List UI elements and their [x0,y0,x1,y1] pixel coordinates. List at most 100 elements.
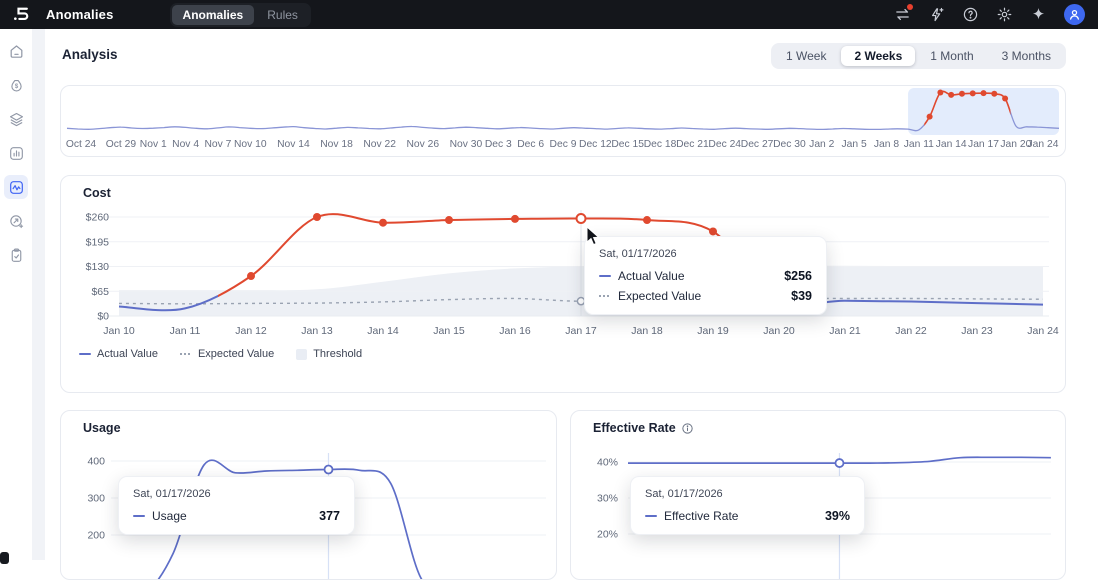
svg-text:Nov 22: Nov 22 [363,139,396,150]
svg-text:Jan 8: Jan 8 [874,139,899,150]
app-logo-icon[interactable] [11,5,31,25]
svg-text:300: 300 [87,493,105,505]
actual-marker [599,275,611,277]
tooltip-row-actual: Actual Value $256 [599,269,812,283]
range-2-weeks[interactable]: 2 Weeks [841,46,915,66]
svg-text:Jan 14: Jan 14 [936,139,967,150]
sidebar-divider [32,29,45,560]
svg-text:Dec 6: Dec 6 [517,139,544,150]
legend-threshold[interactable]: Threshold [296,348,362,360]
svg-text:Nov 14: Nov 14 [277,139,310,150]
svg-text:200: 200 [87,530,105,542]
svg-text:Nov 26: Nov 26 [407,139,440,150]
svg-text:Nov 1: Nov 1 [140,139,167,150]
cost-bag-icon: $ [8,77,25,94]
cost-chart-card: Cost $0$65$130$195$260Jan 10Jan 11Jan 12… [60,175,1066,393]
sidebar-item-layers[interactable] [4,107,28,131]
svg-text:$0: $0 [97,311,109,323]
range-1-month[interactable]: 1 Month [917,46,986,66]
tooltip-date: Sat, 01/17/2026 [133,488,340,500]
svg-text:Jan 19: Jan 19 [697,325,729,337]
svg-text:Jan 2: Jan 2 [809,139,834,150]
timeline-overview-chart[interactable]: Oct 24Oct 29Nov 1Nov 4Nov 7Nov 10Nov 14N… [61,86,1065,156]
svg-text:Jan 20: Jan 20 [763,325,795,337]
timeline-overview-card: Oct 24Oct 29Nov 1Nov 4Nov 7Nov 10Nov 14N… [60,85,1066,157]
svg-text:$: $ [14,84,18,90]
top-navbar: Anomalies Anomalies Rules [0,0,1098,29]
svg-text:Jan 12: Jan 12 [235,325,267,337]
sidebar-item-anomalies[interactable] [4,175,28,199]
svg-text:Nov 7: Nov 7 [205,139,232,150]
threshold-swatch [296,349,307,360]
left-sidebar: $ [0,29,32,560]
svg-text:Jan 13: Jan 13 [301,325,333,337]
svg-text:Dec 18: Dec 18 [644,139,677,150]
svg-text:400: 400 [87,456,105,468]
home-icon [8,43,25,60]
tooltip-row-usage: Usage 377 [133,509,340,523]
svg-text:Dec 24: Dec 24 [708,139,741,150]
svg-text:Jan 24: Jan 24 [1027,325,1059,337]
svg-text:Nov 18: Nov 18 [320,139,353,150]
tooltip-date: Sat, 01/17/2026 [599,248,812,260]
svg-text:Jan 11: Jan 11 [904,139,934,150]
bar-chart-icon [8,145,25,162]
cost-chart-legend: Actual Value Expected Value Threshold [79,348,362,360]
rate-marker [645,515,657,517]
svg-text:Jan 24: Jan 24 [1028,139,1059,150]
legend-actual-value[interactable]: Actual Value [79,348,158,360]
settings-gear-icon[interactable] [996,6,1013,23]
sidebar-item-reports[interactable] [4,141,28,165]
svg-text:40%: 40% [597,457,618,469]
optimize-icon [8,213,25,230]
usage-tooltip: Sat, 01/17/2026 Usage 377 [118,476,355,535]
sidebar-item-costs[interactable]: $ [4,73,28,97]
sidebar-item-home[interactable] [4,39,28,63]
expected-marker [599,295,611,297]
svg-text:Jan 22: Jan 22 [895,325,927,337]
svg-text:Jan 16: Jan 16 [499,325,531,337]
svg-text:Nov 10: Nov 10 [234,139,267,150]
tooltip-row-expected: Expected Value $39 [599,289,812,303]
sidebar-item-tasks[interactable] [4,243,28,267]
swap-arrows-icon[interactable] [894,6,911,23]
nav-tabs: Anomalies Rules [170,3,311,27]
svg-text:$65: $65 [91,286,109,298]
expected-line-swatch [180,353,192,355]
navbar-actions [894,4,1098,25]
svg-text:Dec 27: Dec 27 [741,139,774,150]
time-range-segmented-control: 1 Week 2 Weeks 1 Month 3 Months [771,43,1066,69]
svg-text:Dec 30: Dec 30 [773,139,806,150]
tooltip-date: Sat, 01/17/2026 [645,488,850,500]
svg-text:$130: $130 [86,261,110,273]
sparkle-icon[interactable] [1030,6,1047,23]
svg-text:Dec 21: Dec 21 [676,139,709,150]
anomaly-pulse-icon [8,179,25,196]
svg-text:Jan 14: Jan 14 [367,325,399,337]
cost-chart[interactable]: $0$65$130$195$260Jan 10Jan 11Jan 12Jan 1… [61,176,1065,341]
svg-text:Jan 23: Jan 23 [961,325,993,337]
svg-text:Jan 15: Jan 15 [433,325,465,337]
range-3-months[interactable]: 3 Months [989,46,1064,66]
help-icon[interactable] [962,6,979,23]
tasks-clipboard-icon [8,247,25,264]
svg-text:Nov 4: Nov 4 [172,139,199,150]
range-1-week[interactable]: 1 Week [773,46,839,66]
zap-plus-icon[interactable] [928,6,945,23]
layers-icon [8,111,25,128]
tab-anomalies[interactable]: Anomalies [172,5,255,25]
svg-text:Dec 9: Dec 9 [550,139,577,150]
app-title: Anomalies [46,7,114,22]
svg-text:$195: $195 [86,236,110,248]
legend-expected-value[interactable]: Expected Value [180,348,274,360]
sidebar-item-optimize[interactable] [4,209,28,233]
tab-rules[interactable]: Rules [256,5,309,25]
user-avatar[interactable] [1064,4,1085,25]
actual-line-swatch [79,353,91,355]
cost-tooltip: Sat, 01/17/2026 Actual Value $256 Expect… [584,236,827,315]
svg-text:Jan 17: Jan 17 [968,139,999,150]
svg-text:30%: 30% [597,493,618,505]
tooltip-row-rate: Effective Rate 39% [645,509,850,523]
page-title: Analysis [62,47,118,62]
bottom-left-cutoff-widget[interactable] [0,552,9,564]
